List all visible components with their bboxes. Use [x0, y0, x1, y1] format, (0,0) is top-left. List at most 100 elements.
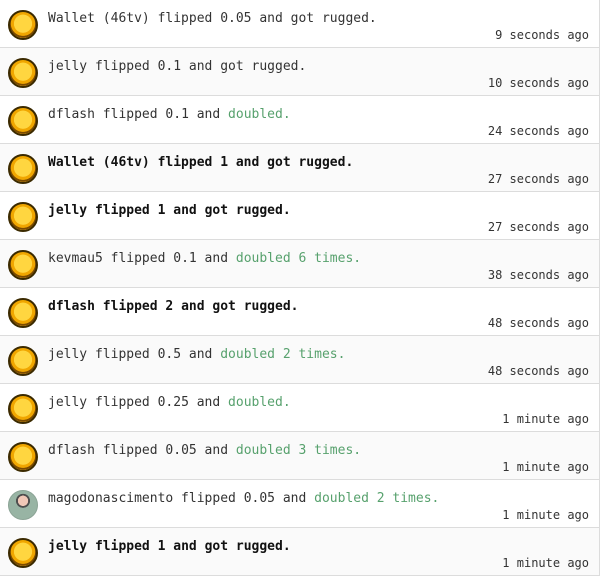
feed-user-name: Wallet (46tv)	[48, 11, 150, 26]
feed-outcome: doubled.	[228, 107, 291, 122]
feed-verb: flipped	[87, 59, 158, 74]
feed-user-name: jelly	[48, 395, 88, 410]
feed-user-name: jelly	[48, 59, 88, 74]
feed-connector: and	[188, 107, 229, 122]
feed-user-name: jelly	[48, 539, 88, 554]
coin-icon	[8, 58, 38, 88]
coin-icon	[8, 442, 38, 472]
feed-message: dflash flipped 0.1 and doubled.	[48, 107, 291, 123]
feed-amount: 0.05	[165, 443, 197, 458]
feed-message: dflash flipped 2 and got rugged.	[48, 299, 298, 315]
feed-message: jelly flipped 0.1 and got rugged.	[48, 59, 306, 75]
feed-item: jelly flipped 1 and got rugged. 1 minute …	[0, 528, 599, 576]
feed-message: kevmau5 flipped 0.1 and doubled 6 times.	[48, 251, 361, 267]
feed-outcome: got rugged.	[212, 299, 299, 314]
feed-verb: flipped	[87, 539, 158, 554]
feed-item: magodonascimento flipped 0.05 and double…	[0, 480, 599, 528]
feed-message: Wallet (46tv) flipped 0.05 and got rugge…	[48, 11, 377, 27]
feed-connector: and	[196, 443, 236, 458]
feed-user-name: dflash	[48, 299, 95, 314]
feed-user-name: kevmau5	[48, 251, 103, 266]
feed-outcome: got rugged.	[290, 11, 377, 26]
feed-timestamp: 1 minute ago	[502, 556, 589, 570]
feed-user-name: Wallet (46tv)	[48, 155, 150, 170]
feed-item: Wallet (46tv) flipped 0.05 and got rugge…	[0, 0, 599, 48]
coin-icon	[8, 346, 38, 376]
coin-icon	[8, 10, 38, 40]
coin-icon	[8, 106, 38, 136]
feed-item: Wallet (46tv) flipped 1 and got rugged. 2…	[0, 144, 599, 192]
feed-connector: and	[173, 299, 213, 314]
feed-timestamp: 10 seconds ago	[487, 76, 589, 90]
feed-user-name: jelly	[48, 347, 88, 362]
feed-amount: 0.1	[165, 107, 189, 122]
feed-item: dflash flipped 2 and got rugged. 48 secon…	[0, 288, 599, 336]
feed-amount: 1	[220, 155, 229, 170]
coin-icon	[8, 154, 38, 184]
coin-icon	[8, 298, 38, 328]
feed-connector: and	[165, 203, 205, 218]
feed-outcome: doubled 3 times.	[235, 443, 362, 458]
feed-connector: and	[251, 11, 291, 26]
feed-timestamp: 27 seconds ago	[487, 220, 589, 234]
feed-item: kevmau5 flipped 0.1 and doubled 6 times.…	[0, 240, 599, 288]
feed-item: jelly flipped 0.5 and doubled 2 times. 48…	[0, 336, 599, 384]
feed-amount: 0.25	[157, 395, 189, 410]
feed-verb: flipped	[87, 395, 158, 410]
feed-message: jelly flipped 0.25 and doubled.	[48, 395, 291, 411]
user-avatar	[8, 490, 38, 520]
feed-timestamp: 24 seconds ago	[487, 124, 589, 138]
feed-timestamp: 38 seconds ago	[487, 268, 589, 282]
feed-amount: 0.1	[173, 251, 197, 266]
feed-item: jelly flipped 1 and got rugged. 27 second…	[0, 192, 599, 240]
feed-message: jelly flipped 1 and got rugged.	[48, 539, 291, 555]
feed-verb: flipped	[102, 251, 174, 266]
feed-message: magodonascimento flipped 0.05 and double…	[48, 491, 439, 507]
feed-verb: flipped	[149, 11, 221, 26]
feed-user-name: magodonascimento	[48, 491, 174, 506]
feed-item: jelly flipped 0.1 and got rugged. 10 seco…	[0, 48, 599, 96]
feed-timestamp: 1 minute ago	[502, 508, 589, 522]
feed-timestamp: 48 seconds ago	[487, 316, 589, 330]
feed-connector: and	[228, 155, 268, 170]
feed-message: dflash flipped 0.05 and doubled 3 times.	[48, 443, 361, 459]
feed-outcome: got rugged.	[204, 539, 291, 554]
coin-icon	[8, 250, 38, 280]
feed-verb: flipped	[173, 491, 244, 506]
feed-verb: flipped	[94, 107, 166, 122]
feed-user-name: jelly	[48, 203, 88, 218]
feed-connector: and	[181, 347, 221, 362]
coin-icon	[8, 538, 38, 568]
coin-icon	[8, 202, 38, 232]
feed-connector: and	[275, 491, 315, 506]
feed-verb: flipped	[87, 203, 158, 218]
feed-verb: flipped	[94, 299, 166, 314]
feed-verb: flipped	[87, 347, 158, 362]
feed-connector: and	[188, 395, 229, 410]
feed-item: dflash flipped 0.05 and doubled 3 times.…	[0, 432, 599, 480]
feed-timestamp: 48 seconds ago	[487, 364, 589, 378]
feed-message: jelly flipped 0.5 and doubled 2 times.	[48, 347, 345, 363]
feed-outcome: got rugged.	[220, 59, 307, 74]
feed-user-name: dflash	[48, 107, 95, 122]
feed-message: Wallet (46tv) flipped 1 and got rugged.	[48, 155, 353, 171]
feed-verb: flipped	[94, 443, 166, 458]
feed-outcome: doubled.	[228, 395, 291, 410]
feed-user-name: dflash	[48, 443, 95, 458]
feed-timestamp: 1 minute ago	[502, 412, 589, 426]
feed-outcome: doubled 6 times.	[235, 251, 362, 266]
feed-timestamp: 1 minute ago	[502, 460, 589, 474]
feed-amount: 0.1	[157, 59, 182, 74]
feed-connector: and	[165, 539, 205, 554]
feed-outcome: doubled 2 times.	[220, 347, 346, 362]
feed-amount: 0.5	[157, 347, 182, 362]
coin-icon	[8, 394, 38, 424]
feed-message: jelly flipped 1 and got rugged.	[48, 203, 291, 219]
flip-activity-feed: Wallet (46tv) flipped 0.05 and got rugge…	[0, 0, 600, 576]
feed-outcome: doubled 2 times.	[314, 491, 440, 506]
feed-amount: 0.05	[243, 491, 275, 506]
feed-amount: 0.05	[220, 11, 252, 26]
feed-timestamp: 9 seconds ago	[495, 28, 589, 42]
feed-timestamp: 27 seconds ago	[487, 172, 589, 186]
feed-verb: flipped	[149, 155, 221, 170]
